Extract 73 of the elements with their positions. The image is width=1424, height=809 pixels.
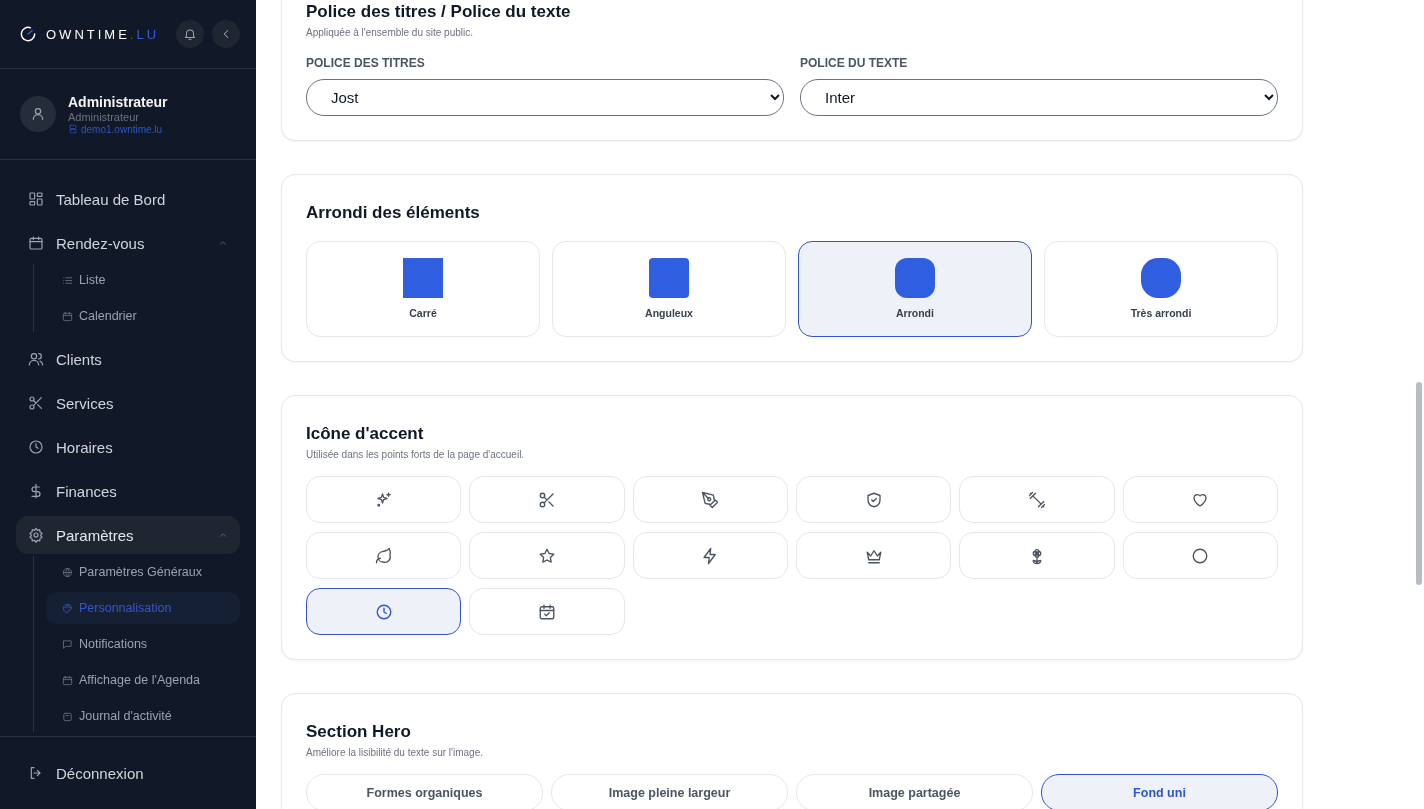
message-icon	[62, 638, 73, 650]
calendar-icon	[62, 674, 73, 686]
dumbbell-icon	[1028, 490, 1046, 509]
user-name: Administrateur	[68, 93, 168, 110]
nav-item[interactable]: Finances	[16, 472, 240, 510]
section-title: Police des titres / Police du texte	[306, 2, 572, 22]
subnav-item[interactable]: Paramètres Généraux	[46, 556, 240, 588]
hero-option[interactable]: Image pleine largeur	[551, 774, 788, 809]
calendar-icon	[62, 310, 73, 322]
font-select[interactable]: Inter	[800, 79, 1278, 116]
hero-option[interactable]: Formes organiques	[306, 774, 543, 809]
nav-item[interactable]: Rendez-vous	[16, 224, 240, 262]
field-label: POLICE DES TITRES	[306, 56, 426, 70]
pen-nib-icon	[701, 490, 720, 509]
list-icon	[62, 274, 73, 286]
nav-item[interactable]: Tableau de Bord	[16, 180, 240, 218]
rounding-option[interactable]: Arrondi	[798, 241, 1032, 337]
dollar-icon	[28, 483, 44, 499]
clock-icon	[374, 602, 393, 621]
section-title: Arrondi des éléments	[306, 203, 481, 223]
logo-text: OWNTIME.LU	[46, 26, 160, 42]
rounding-option[interactable]: Carré	[306, 241, 540, 337]
section-description: Appliquée à l'ensemble du site public.	[306, 27, 475, 38]
users-icon	[28, 351, 44, 367]
shield-check-icon	[864, 490, 883, 509]
chevron-up-icon	[218, 530, 228, 540]
field-label: POLICE DU TEXTE	[800, 56, 909, 70]
circle-icon	[1191, 546, 1210, 565]
rounding-option[interactable]: Anguleux	[552, 241, 786, 337]
scrollbar-thumb[interactable]	[1416, 382, 1422, 585]
user-role: Administrateur	[68, 110, 140, 123]
calendar-check-icon	[538, 602, 556, 621]
nav-item[interactable]: Horaires	[16, 428, 240, 466]
scissors-icon	[28, 395, 44, 411]
notification-button[interactable]	[176, 20, 204, 48]
gear-icon	[28, 527, 44, 543]
scissors-icon	[538, 490, 556, 509]
font-select[interactable]: Jost	[306, 79, 784, 116]
logo-icon	[18, 24, 38, 44]
subnav-item[interactable]: Calendrier	[46, 300, 240, 332]
section-title: Icône d'accent	[306, 424, 425, 444]
nav-item[interactable]: Clients	[16, 340, 240, 378]
globe-icon	[62, 566, 73, 578]
server-icon	[68, 124, 78, 134]
section-description: Utilisée dans les points forts de la page d'accueil.	[306, 449, 526, 460]
nav-item[interactable]: Paramètres	[16, 516, 240, 554]
hero-option[interactable]: Fond uni	[1041, 774, 1278, 809]
shape-preview	[1141, 258, 1181, 298]
rounding-option[interactable]: Très arrondi	[1044, 241, 1278, 337]
logout-button[interactable]: Déconnexion	[28, 764, 144, 782]
nav-item[interactable]: Services	[16, 384, 240, 422]
section-title: Section Hero	[306, 722, 412, 742]
shape-preview	[649, 258, 689, 298]
leaf-icon	[374, 546, 393, 565]
subnav-item[interactable]: Liste	[46, 264, 240, 296]
shape-preview	[895, 258, 935, 298]
chevron-up-icon	[218, 238, 228, 248]
star-icon	[538, 546, 556, 565]
user-icon	[30, 106, 46, 122]
subnav-item[interactable]: Journal d'activité	[46, 700, 240, 732]
clock-icon	[28, 439, 44, 455]
calendar-icon	[28, 235, 44, 251]
dashboard-icon	[28, 191, 44, 207]
subnav-item[interactable]: Affichage de l'Agenda	[46, 664, 240, 696]
shape-preview	[403, 258, 443, 298]
bell-icon	[183, 27, 197, 41]
section-description: Améliore la lisibilité du texte sur l'image.	[306, 747, 484, 758]
collapse-button[interactable]	[212, 20, 240, 48]
subnav-item[interactable]: Notifications	[46, 628, 240, 660]
palette-icon	[62, 602, 73, 614]
sparkles-icon	[374, 490, 393, 509]
icon-option[interactable]	[306, 588, 462, 635]
hero-option[interactable]: Image partagée	[796, 774, 1033, 809]
